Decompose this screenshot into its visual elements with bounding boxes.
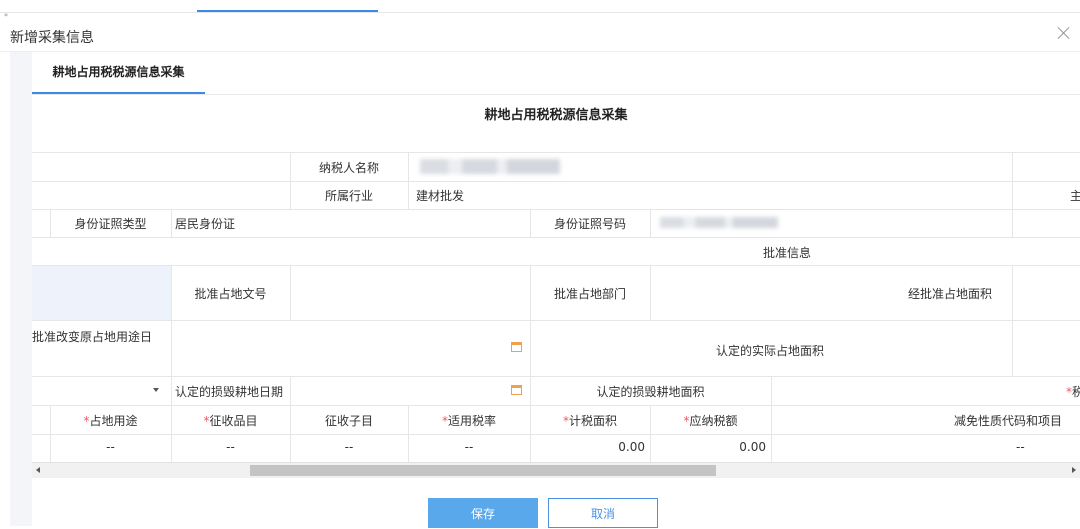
industry-label: 所属行业 bbox=[324, 189, 373, 203]
id-type-value[interactable]: 居民身份证 bbox=[175, 215, 235, 232]
table-cell[interactable]: 0.00 bbox=[530, 440, 645, 454]
tab-bar: 耕地占用税税源信息采集 bbox=[32, 52, 1080, 95]
form-panel: 耕地占用税税源信息采集 耕地占用税税源信息采集 纳税人名称 所属行业 建材批发 … bbox=[32, 52, 1080, 528]
truncated-required-label: *税 bbox=[1066, 385, 1080, 399]
table-header-cell: *应纳税额 bbox=[683, 414, 738, 428]
horizontal-scrollbar[interactable] bbox=[32, 462, 1080, 478]
top-nav-active-indicator bbox=[197, 10, 378, 12]
approval-shaded-cell bbox=[32, 265, 171, 320]
taxpayer-name-label: 纳税人名称 bbox=[318, 161, 379, 175]
id-number-value bbox=[660, 217, 778, 228]
damage-date-label: 认定的损毁耕地日期 bbox=[175, 385, 284, 399]
chevron-down-icon[interactable] bbox=[153, 388, 159, 392]
tab-cultivated-land-tax[interactable]: 耕地占用税税源信息采集 bbox=[32, 52, 205, 94]
scrollbar-thumb[interactable] bbox=[250, 465, 716, 476]
damage-area-label: 认定的损毁耕地面积 bbox=[596, 385, 705, 399]
calendar-icon[interactable] bbox=[511, 342, 522, 352]
id-type-label: 身份证照类型 bbox=[74, 217, 147, 231]
approved-area-label: 经批准占地面积 bbox=[908, 287, 993, 301]
actual-area-label: 认定的实际占地面积 bbox=[716, 344, 825, 358]
scroll-left-icon[interactable] bbox=[36, 467, 40, 473]
calendar-icon[interactable] bbox=[511, 385, 522, 395]
table-cell[interactable]: -- bbox=[408, 440, 530, 454]
cancel-button[interactable]: 取消 bbox=[548, 498, 658, 528]
change-use-date-label: 批准改变原占地用途日 bbox=[32, 330, 153, 344]
scroll-right-icon[interactable] bbox=[1072, 467, 1076, 473]
table-header-cell: *占地用途 bbox=[83, 414, 138, 428]
table-cell[interactable]: -- bbox=[1016, 440, 1025, 454]
dialog-title: 新增采集信息 bbox=[10, 30, 94, 46]
table-cell[interactable]: 0.00 bbox=[650, 440, 766, 454]
approval-doc-label: 批准占地文号 bbox=[194, 287, 267, 301]
dialog-header: 新增采集信息 bbox=[0, 13, 1080, 52]
table-header-cell: *计税面积 bbox=[562, 414, 617, 428]
table-cell[interactable]: -- bbox=[50, 440, 171, 454]
save-button[interactable]: 保存 bbox=[428, 498, 538, 528]
table-header-cell: 征收子目 bbox=[324, 414, 373, 428]
approval-section-label: 批准信息 bbox=[763, 246, 812, 260]
top-nav-bar bbox=[0, 0, 1080, 13]
form-grid: 纳税人名称 所属行业 建材批发 主 身份证照类型 居民身份证 身份证照号码 批准… bbox=[32, 152, 1080, 463]
close-icon[interactable] bbox=[1056, 25, 1072, 41]
dialog-body: 耕地占用税税源信息采集 耕地占用税税源信息采集 纳税人名称 所属行业 建材批发 … bbox=[10, 52, 1080, 528]
taxpayer-name-value bbox=[420, 159, 560, 174]
truncated-right-label: 主 bbox=[1070, 189, 1080, 203]
table-header-cell: *征收品目 bbox=[203, 414, 258, 428]
table-cell[interactable]: -- bbox=[290, 440, 408, 454]
approval-dept-label: 批准占地部门 bbox=[553, 287, 626, 301]
table-header-cell: *适用税率 bbox=[441, 414, 496, 428]
id-number-label: 身份证照号码 bbox=[553, 217, 626, 231]
industry-value: 建材批发 bbox=[416, 189, 465, 203]
table-header-cell: 减免性质代码和项目 bbox=[954, 414, 1063, 428]
table-cell[interactable]: -- bbox=[171, 440, 290, 454]
form-title: 耕地占用税税源信息采集 bbox=[484, 108, 628, 123]
